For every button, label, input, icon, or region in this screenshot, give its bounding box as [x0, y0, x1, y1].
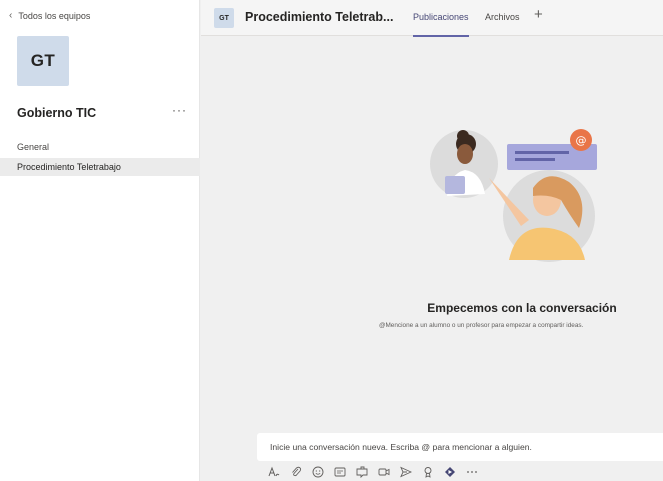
empty-state-subtitle: @Mencione a un alumno o un profesor para…	[379, 322, 584, 329]
empty-state-title-text: Empecemos con la conversación	[427, 301, 617, 315]
channel-title: Procedimiento Teletrab...	[245, 10, 394, 24]
gif-icon[interactable]	[333, 466, 346, 479]
stream-icon[interactable]	[443, 466, 456, 479]
format-icon[interactable]	[267, 466, 280, 479]
channel-item-general[interactable]: General	[0, 138, 200, 156]
conversation-area: @ Empecemos con la conversación @Mencion…	[201, 37, 663, 481]
more-icon[interactable]	[465, 466, 478, 479]
channel-item-procedimiento-teletrabajo[interactable]: Procedimiento Teletrabajo	[0, 158, 200, 176]
compose-box[interactable]: Inicie una conversación nueva. Escriba @…	[257, 433, 663, 461]
meet-icon[interactable]	[377, 466, 390, 479]
attach-icon[interactable]	[289, 466, 302, 479]
team-more-options-button[interactable]: ···	[172, 103, 187, 117]
channel-header: GT Procedimiento Teletrab... Publicacion…	[201, 0, 663, 37]
chevron-left-icon: ‹	[9, 10, 13, 21]
channel-avatar: GT	[214, 8, 234, 28]
praise-icon[interactable]	[421, 466, 434, 479]
channel-label: General	[17, 142, 50, 152]
channel-label: Procedimiento Teletrabajo	[17, 162, 121, 172]
svg-text:@: @	[576, 134, 587, 147]
compose-toolbar	[267, 462, 478, 481]
send-icon[interactable]	[399, 466, 412, 479]
tab-publicaciones[interactable]: Publicaciones	[413, 12, 469, 37]
compose-placeholder: Inicie una conversación nueva. Escriba @…	[270, 442, 532, 452]
empty-state-title: Empecemos con la conversación	[201, 301, 663, 315]
add-tab-button[interactable]: +	[534, 6, 543, 23]
team-name: Gobierno TIC	[17, 106, 97, 120]
conversation-illustration: @	[430, 129, 597, 262]
back-link-label: Todos los equipos	[18, 11, 91, 21]
back-to-all-teams-link[interactable]: ‹ Todos los equipos	[9, 10, 91, 22]
tab-archivos[interactable]: Archivos	[485, 12, 520, 22]
team-avatar: GT	[17, 36, 69, 86]
sticker-icon[interactable]	[355, 466, 368, 479]
emoji-icon[interactable]	[311, 466, 324, 479]
sidebar: ‹ Todos los equipos GT Gobierno TIC ··· …	[0, 0, 200, 481]
